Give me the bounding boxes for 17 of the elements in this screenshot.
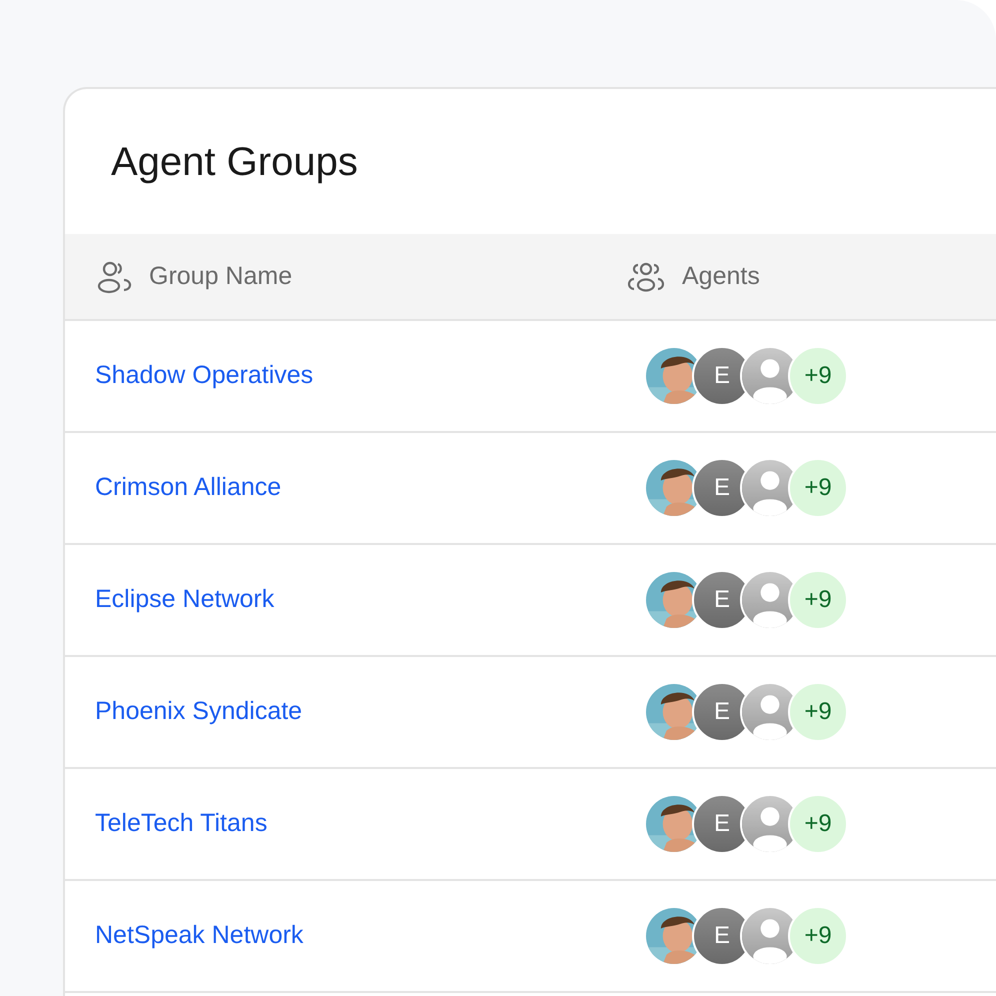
more-count: +9: [788, 794, 848, 854]
column-header: Group Name: [149, 260, 292, 292]
users-icon: [97, 260, 133, 294]
more-count: +9: [788, 458, 848, 518]
group-link[interactable]: TeleTech Titans: [95, 809, 268, 838]
more-count: +9: [788, 346, 848, 406]
users-icon: [628, 260, 664, 292]
column-header: Agents: [682, 260, 760, 292]
page-title: Agent Groups: [111, 138, 358, 186]
group-link[interactable]: Phoenix Syndicate: [95, 697, 302, 726]
group-link[interactable]: Eclipse Network: [95, 585, 274, 614]
more-count: +9: [788, 570, 848, 630]
more-count: +9: [788, 906, 848, 966]
group-link[interactable]: Crimson Alliance: [95, 473, 282, 502]
group-link[interactable]: NetSpeak Network: [95, 921, 304, 950]
group-link[interactable]: Shadow Operatives: [95, 361, 314, 390]
more-count: +9: [788, 682, 848, 742]
